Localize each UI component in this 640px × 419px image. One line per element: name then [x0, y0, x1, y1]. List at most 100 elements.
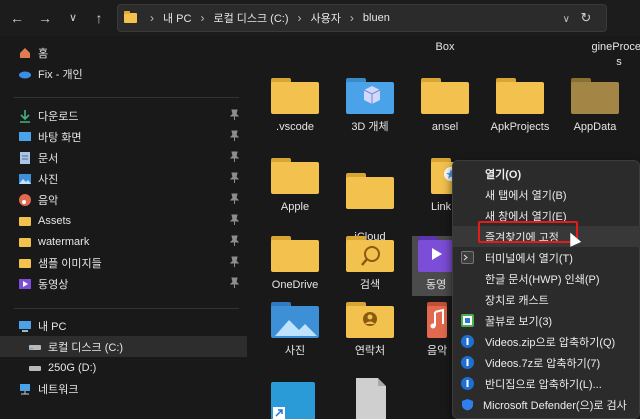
- menu-item-cast-to-device[interactable]: 장치로 캐스트: [453, 289, 640, 310]
- sidebar-item-assets[interactable]: Assets: [0, 210, 247, 231]
- menu-item-label: 한글 문서(HWP) 인쇄(P): [485, 273, 600, 286]
- sidebar-item-drive-d[interactable]: 250G (D:): [0, 357, 247, 378]
- onedrive-icon: [18, 67, 32, 81]
- sidebar-item-label: watermark: [38, 235, 90, 248]
- pin-icon[interactable]: [229, 151, 240, 165]
- bandizip-icon: [461, 335, 474, 348]
- chevron-right-icon[interactable]: ›: [150, 11, 154, 25]
- network-icon: [18, 382, 32, 396]
- back-button[interactable]: ←: [8, 9, 26, 27]
- navigation-pane: 홈 Fix - 개인 다운로드 바탕 화면 문서 사진 음악 Assets wa…: [0, 36, 247, 419]
- sidebar-item-network[interactable]: 네트워크: [0, 378, 247, 399]
- menu-item-label: Videos.7z로 압축하기(7): [485, 357, 601, 370]
- file-item-apple[interactable]: Apple: [255, 158, 335, 215]
- file-item-label: ansel: [431, 121, 459, 133]
- file-item-pictures[interactable]: 사진: [255, 302, 335, 359]
- file-item-label: .vscode: [276, 121, 314, 133]
- forward-button[interactable]: →: [36, 9, 54, 27]
- drive-icon: [28, 361, 42, 375]
- file-item-box[interactable]: Box: [405, 40, 485, 55]
- sidebar-item-label: 음악: [38, 194, 59, 207]
- sidebar-item-home[interactable]: 홈: [0, 42, 247, 63]
- breadcrumb-users[interactable]: 사용자: [311, 10, 341, 26]
- up-button[interactable]: ↑: [90, 9, 108, 27]
- sidebar-item-desktop[interactable]: 바탕 화면: [0, 126, 247, 147]
- sidebar-item-local-disk-c[interactable]: 로컬 디스크 (C:): [0, 336, 247, 357]
- sidebar-item-label: Assets: [38, 214, 72, 227]
- file-item-label: 사진: [284, 345, 306, 357]
- back-arrow-icon: ←: [10, 10, 24, 26]
- file-item-label: 검색: [359, 279, 381, 291]
- pin-icon[interactable]: [229, 256, 240, 270]
- pin-icon[interactable]: [229, 172, 240, 186]
- chevron-down-icon[interactable]: ∨: [563, 14, 570, 25]
- music-folder-icon: [427, 302, 447, 338]
- file-item-vscode[interactable]: .vscode: [255, 78, 335, 135]
- highlight-box: [478, 221, 578, 243]
- file-item-appdata[interactable]: AppData: [555, 78, 635, 135]
- terminal-icon: [461, 251, 474, 264]
- defender-icon: [461, 398, 474, 411]
- file-item-label: Apple: [280, 201, 310, 213]
- search-folder-icon: [346, 236, 394, 272]
- pictures-icon: [18, 172, 32, 186]
- chevron-right-icon[interactable]: ›: [298, 11, 302, 25]
- sidebar-item-label: 바탕 화면: [38, 131, 82, 144]
- 3d-objects-icon: [346, 78, 394, 114]
- pin-icon[interactable]: [229, 214, 240, 228]
- sidebar-item-label: 내 PC: [38, 320, 67, 333]
- chevron-right-icon[interactable]: ›: [350, 11, 354, 25]
- file-item-3d-objects[interactable]: 3D 개체: [330, 78, 410, 135]
- pin-icon[interactable]: [229, 130, 240, 144]
- menu-item-compress-zip[interactable]: Videos.zip으로 압축하기(Q): [453, 331, 640, 352]
- contacts-folder-icon: [346, 302, 394, 338]
- menu-item-compress-bandizip[interactable]: 반디집으로 압축하기(L)...: [453, 373, 640, 394]
- sidebar-item-videos[interactable]: 동영상: [0, 273, 247, 294]
- file-item-ansel[interactable]: ansel: [405, 78, 485, 135]
- address-bar[interactable]: › 내 PC › 로컬 디스크 (C:) › 사용자 › bluen ∨: [117, 4, 607, 32]
- breadcrumb-local-disk[interactable]: 로컬 디스크 (C:): [213, 10, 288, 26]
- pin-icon[interactable]: [229, 277, 240, 291]
- breadcrumb-bluen[interactable]: bluen: [363, 12, 390, 24]
- menu-item-label: 새 탭에서 열기(B): [485, 189, 567, 202]
- menu-item-honeyview[interactable]: 꿀뷰로 보기(3): [453, 310, 640, 331]
- pin-icon[interactable]: [229, 235, 240, 249]
- sidebar-item-label: 250G (D:): [48, 361, 97, 374]
- menu-item-defender-scan[interactable]: Microsoft Defender(으)로 검사: [453, 394, 640, 415]
- recent-locations-button[interactable]: ∨: [64, 9, 82, 27]
- sidebar-item-music[interactable]: 음악: [0, 189, 247, 210]
- sidebar-item-this-pc[interactable]: 내 PC: [0, 315, 247, 336]
- sidebar-item-onedrive[interactable]: Fix - 개인: [0, 63, 247, 84]
- breadcrumb-my-pc[interactable]: 내 PC: [163, 10, 191, 26]
- file-item-label: ApkProjects: [490, 121, 550, 133]
- sidebar-item-sample-images[interactable]: 샘플 이미지들: [0, 252, 247, 273]
- file-icon[interactable]: [356, 378, 386, 419]
- file-item-engine-process[interactable]: gineProces s: [579, 40, 640, 70]
- menu-item-compress-7z[interactable]: Videos.7z로 압축하기(7): [453, 352, 640, 373]
- file-item-apkprojects[interactable]: ApkProjects: [480, 78, 560, 135]
- menu-item-label: Microsoft Defender(으)로 검사: [483, 399, 627, 412]
- sidebar-item-pictures[interactable]: 사진: [0, 168, 247, 189]
- app-shortcut-icon[interactable]: [271, 382, 315, 419]
- home-icon: [18, 46, 32, 60]
- sidebar-item-label: 문서: [38, 152, 59, 165]
- sidebar-item-documents[interactable]: 문서: [0, 147, 247, 168]
- chevron-right-icon[interactable]: ›: [200, 11, 204, 25]
- folder-icon: [18, 235, 32, 249]
- menu-item-open[interactable]: 열기(O): [453, 163, 640, 184]
- pin-icon[interactable]: [229, 193, 240, 207]
- sidebar-item-watermark[interactable]: watermark: [0, 231, 247, 252]
- menu-item-open-in-terminal[interactable]: 터미널에서 열기(T): [453, 247, 640, 268]
- menu-item-open-new-tab[interactable]: 새 탭에서 열기(B): [453, 184, 640, 205]
- up-arrow-icon: ↑: [95, 10, 103, 26]
- sidebar-item-downloads[interactable]: 다운로드: [0, 105, 247, 126]
- pin-icon[interactable]: [229, 109, 240, 123]
- music-icon: [18, 193, 32, 207]
- file-item-videos-selected[interactable]: 동영: [412, 236, 456, 296]
- menu-item-print-hwp[interactable]: 한글 문서(HWP) 인쇄(P): [453, 268, 640, 289]
- file-item-searches[interactable]: 검색: [330, 236, 410, 293]
- file-item-onedrive[interactable]: OneDrive: [255, 236, 335, 293]
- refresh-button[interactable]: ↻: [576, 8, 596, 28]
- pc-icon: [18, 319, 32, 333]
- sidebar-item-label: 홈: [38, 47, 49, 60]
